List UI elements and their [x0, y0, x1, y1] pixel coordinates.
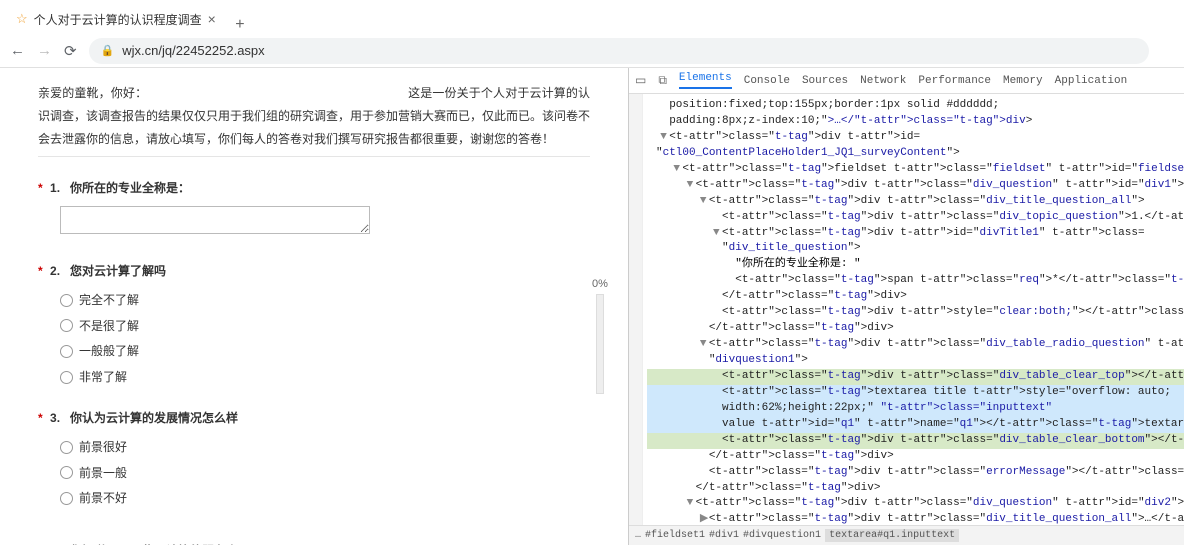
inspect-icon[interactable]: ▭ — [635, 73, 646, 88]
tab-elements[interactable]: Elements — [679, 72, 732, 89]
lock-icon: 🔒 — [101, 44, 115, 57]
q1-textarea[interactable] — [60, 206, 370, 234]
q3-title: 你认为云计算的发展情况怎么样 — [70, 411, 238, 425]
radio-icon — [60, 441, 73, 454]
star-icon: ☆ — [16, 11, 28, 27]
radio-icon — [60, 371, 73, 384]
tab-network[interactable]: Network — [860, 75, 906, 87]
question-3: * 3. 你认为云计算的发展情况怎么样 前景很好 前景一般 前景不好 — [38, 407, 590, 510]
q3-option[interactable]: 前景很好 — [60, 436, 590, 459]
progress-value: 0% — [588, 278, 612, 290]
question-2: * 2. 您对云计算了解吗 完全不了解 不是很了解 一般般了解 非常了解 — [38, 260, 590, 389]
radio-icon — [60, 319, 73, 332]
q1-number: 1. — [50, 181, 60, 195]
reload-icon[interactable]: ⟳ — [64, 42, 77, 60]
dom-tree[interactable]: position:fixed;top:155px;border:1px soli… — [643, 94, 1184, 525]
radio-icon — [60, 294, 73, 307]
radio-icon — [60, 492, 73, 505]
tab-memory[interactable]: Memory — [1003, 75, 1043, 87]
progress-bar — [596, 294, 604, 394]
tab-console[interactable]: Console — [744, 75, 790, 87]
required-mark: * — [38, 181, 43, 195]
browser-titlebar: ☆ 个人对于云计算的认识程度调查 × + — [0, 0, 1184, 34]
q3-option[interactable]: 前景一般 — [60, 462, 590, 485]
progress-indicator: 0% — [588, 278, 612, 394]
new-tab-button[interactable]: + — [226, 16, 254, 34]
tab-application[interactable]: Application — [1055, 75, 1128, 87]
q2-number: 2. — [50, 264, 60, 278]
q2-option[interactable]: 完全不了解 — [60, 289, 590, 312]
radio-icon — [60, 345, 73, 358]
required-mark: * — [38, 411, 43, 425]
devtools-panel: ▭ ⧉ Elements Console Sources Network Per… — [628, 68, 1184, 545]
survey-form: 亲爱的童靴，你好： 这是一份关于个人对于云计算的认识调查，该调查报告的结果仅仅只… — [0, 68, 628, 545]
forward-icon[interactable]: → — [37, 42, 52, 59]
close-icon[interactable]: × — [208, 11, 216, 27]
devtools-gutter — [629, 94, 643, 525]
q1-title: 你所在的专业全称是： — [70, 181, 190, 195]
breadcrumb[interactable]: … #fieldset1 #div1 #divquestion1 textare… — [629, 525, 1184, 545]
question-4: * 4. 您知道下面哪些云计算的服务商 [多选题] — [38, 540, 590, 545]
browser-tab[interactable]: ☆ 个人对于云计算的认识程度调查 × — [6, 4, 226, 34]
question-1: * 1. 你所在的专业全称是： — [38, 177, 590, 242]
q2-option[interactable]: 非常了解 — [60, 366, 590, 389]
tab-title: 个人对于云计算的认识程度调查 — [34, 11, 202, 28]
q3-number: 3. — [50, 411, 60, 425]
required-mark: * — [38, 264, 43, 278]
address-bar[interactable]: 🔒 wjx.cn/jq/22452252.aspx — [89, 38, 1149, 64]
browser-toolbar: ← → ⟳ 🔒 wjx.cn/jq/22452252.aspx — [0, 34, 1184, 68]
devtools-tabs: ▭ ⧉ Elements Console Sources Network Per… — [629, 68, 1184, 94]
radio-icon — [60, 466, 73, 479]
device-icon[interactable]: ⧉ — [658, 74, 667, 88]
tab-sources[interactable]: Sources — [802, 75, 848, 87]
page-content: 亲爱的童靴，你好： 这是一份关于个人对于云计算的认识调查，该调查报告的结果仅仅只… — [0, 68, 628, 545]
url-text: wjx.cn/jq/22452252.aspx — [122, 43, 264, 58]
tab-performance[interactable]: Performance — [918, 75, 991, 87]
q2-option[interactable]: 不是很了解 — [60, 315, 590, 338]
back-icon[interactable]: ← — [10, 42, 25, 59]
q2-option[interactable]: 一般般了解 — [60, 340, 590, 363]
q3-option[interactable]: 前景不好 — [60, 487, 590, 510]
survey-intro: 亲爱的童靴，你好： 这是一份关于个人对于云计算的认识调查，该调查报告的结果仅仅只… — [38, 82, 590, 157]
q2-title: 您对云计算了解吗 — [70, 264, 166, 278]
